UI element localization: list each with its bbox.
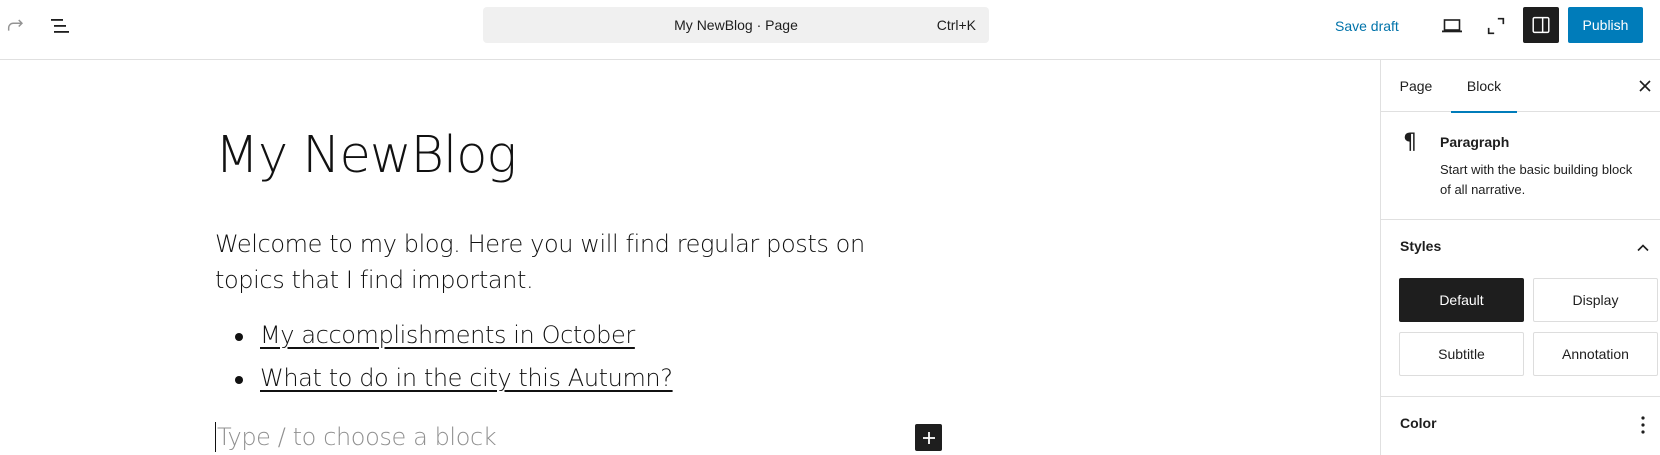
styles-panel-title[interactable]: Styles [1400, 238, 1441, 254]
post-link[interactable]: My accomplishments in October [260, 321, 635, 349]
list-item: What to do in the city this Autumn? [230, 357, 673, 400]
fullscreen-icon [1487, 17, 1505, 35]
style-default-button[interactable]: Default [1399, 278, 1524, 322]
plus-icon [922, 431, 935, 444]
intro-paragraph[interactable]: Welcome to my blog. Here you will find r… [215, 226, 915, 298]
desktop-preview-icon [1442, 19, 1462, 33]
settings-sidebar: Page Block ¶ Paragraph Start with the ba… [1380, 60, 1660, 455]
document-title: My NewBlog · Page [674, 17, 798, 33]
preview-button[interactable] [1436, 10, 1468, 42]
block-name: Paragraph [1440, 134, 1510, 150]
sidebar-tabs: Page Block [1381, 60, 1660, 113]
list-item: My accomplishments in October [230, 314, 673, 357]
editor-canvas[interactable]: My NewBlog Welcome to my blog. Here you … [0, 60, 1380, 455]
post-link-list: My accomplishments in October What to do… [230, 314, 673, 400]
tab-block[interactable]: Block [1451, 60, 1517, 113]
command-shortcut: Ctrl+K [936, 17, 976, 33]
color-panel-title[interactable]: Color [1400, 415, 1437, 431]
chevron-up-icon[interactable] [1633, 238, 1653, 258]
color-panel: Color [1381, 397, 1660, 455]
sidebar-settings-icon [1532, 16, 1550, 34]
more-options-icon[interactable] [1639, 413, 1647, 437]
block-placeholder[interactable]: Type / to choose a block [217, 418, 497, 455]
fullscreen-button[interactable] [1480, 10, 1512, 42]
document-overview-button[interactable] [44, 10, 76, 42]
empty-block[interactable]: Type / to choose a block [215, 418, 945, 455]
block-description: Start with the basic building block of a… [1440, 162, 1633, 197]
styles-panel: Styles Default Display Subtitle Annotati… [1381, 220, 1660, 397]
style-display-button[interactable]: Display [1533, 278, 1658, 322]
editor-toolbar: My NewBlog · Page Ctrl+K Save draft Publ… [0, 0, 1660, 60]
redo-button[interactable] [2, 12, 30, 40]
style-subtitle-button[interactable]: Subtitle [1399, 332, 1524, 376]
save-draft-button[interactable]: Save draft [1335, 14, 1399, 38]
redo-icon [7, 19, 23, 31]
paragraph-icon: ¶ [1403, 130, 1417, 155]
close-icon[interactable] [1633, 74, 1657, 98]
post-title[interactable]: My NewBlog [215, 126, 517, 185]
settings-sidebar-toggle[interactable] [1523, 7, 1559, 43]
style-annotation-button[interactable]: Annotation [1533, 332, 1658, 376]
add-block-button[interactable] [915, 424, 942, 451]
text-caret [215, 422, 216, 452]
tab-page[interactable]: Page [1381, 60, 1451, 112]
post-link[interactable]: What to do in the city this Autumn? [260, 364, 673, 392]
block-card: ¶ Paragraph Start with the basic buildin… [1381, 112, 1660, 220]
command-palette-button[interactable]: My NewBlog · Page Ctrl+K [483, 7, 989, 43]
publish-button[interactable]: Publish [1568, 7, 1643, 43]
list-view-icon [51, 19, 69, 33]
